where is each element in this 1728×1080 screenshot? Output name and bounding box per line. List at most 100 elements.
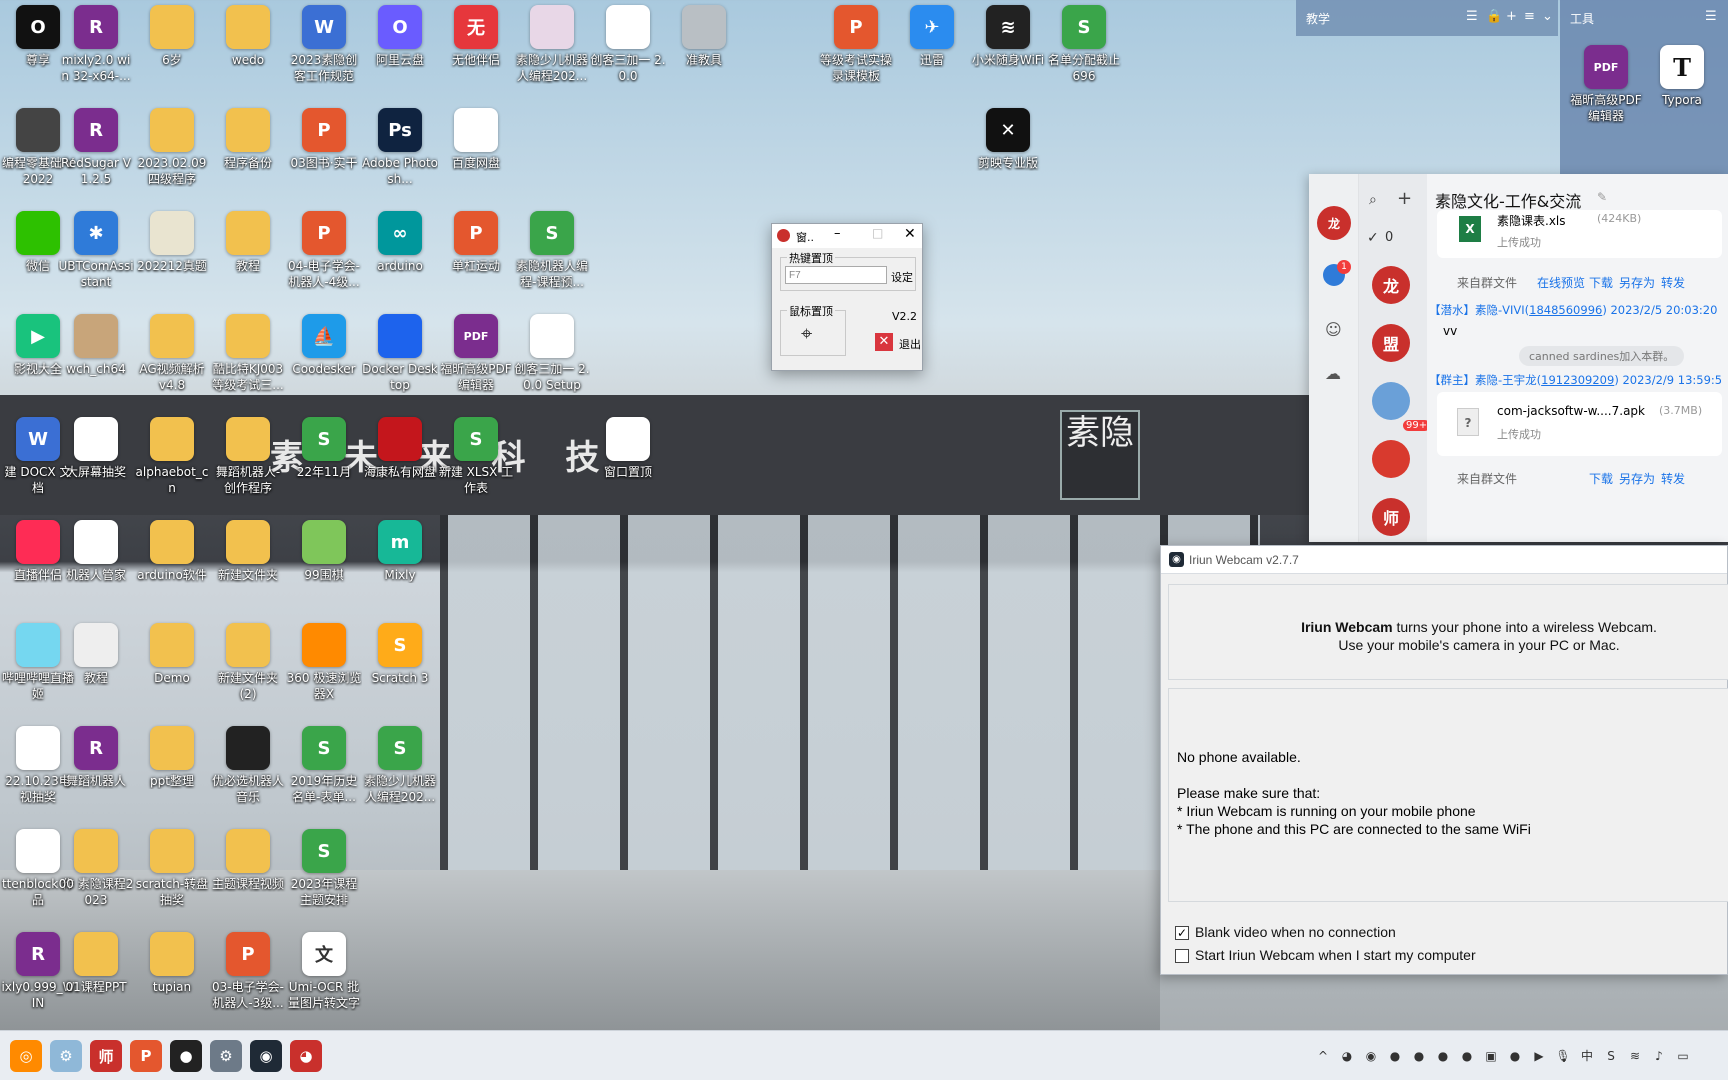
desktop-icon[interactable]: 大屏幕抽奖 (58, 417, 134, 480)
blank-video-checkbox[interactable]: ✓ (1175, 926, 1189, 940)
desktop-icon[interactable]: W 2023素隐创客工作规范 (286, 5, 362, 84)
blank-video-label[interactable]: Blank video when no connection (1195, 924, 1396, 940)
desktop-icon[interactable]: 360 极速浏览器X (286, 623, 362, 702)
crosshair-icon[interactable]: ⌖ (801, 321, 812, 345)
tray-icon[interactable]: ● (1386, 1047, 1404, 1065)
startup-label[interactable]: Start Iriun Webcam when I start my compu… (1195, 947, 1476, 963)
member-qq[interactable]: 1848560996 (1529, 303, 1602, 317)
tasks-icon[interactable]: ✓ (1367, 230, 1379, 246)
tray-icon[interactable]: ♪ (1650, 1047, 1668, 1065)
desktop-icon[interactable]: 窗口置顶 (590, 417, 666, 480)
tray-icon[interactable]: ≋ (1626, 1047, 1644, 1065)
set-button[interactable]: 设定 (891, 269, 913, 285)
desktop-icon[interactable]: 99围棋 (286, 520, 362, 583)
desktop-icon[interactable]: 6岁 (134, 5, 210, 68)
desktop-icon[interactable]: R RedSugar V1.2.5 (58, 108, 134, 187)
conversation-avatar[interactable] (1372, 440, 1410, 478)
desktop-icon[interactable]: S 素隐少儿机器人编程202... (362, 726, 438, 805)
desktop-icon[interactable]: 01课程PPT (58, 932, 134, 995)
lock-icon[interactable]: 🔒 (1486, 9, 1502, 24)
minimize-icon[interactable]: – (834, 226, 841, 241)
desktop-icon[interactable]: 2023.02.09 四级程序 (134, 108, 210, 187)
member-name[interactable]: 素隐-VIVI( (1475, 303, 1529, 317)
desktop-icon[interactable]: S 2019年历史名单-表单... (286, 726, 362, 805)
desktop-icon[interactable]: 创客三加一 2.0.0 (590, 5, 666, 84)
desktop-icon[interactable]: 优必选机器人音乐 (210, 726, 286, 805)
desktop-icon[interactable]: scratch-转盘抽奖 (134, 829, 210, 908)
taskbar-app-obs[interactable]: ● (170, 1040, 202, 1072)
desktop-icon[interactable]: P 03图书·实干 (286, 108, 362, 171)
list-icon[interactable]: ☰ (1466, 9, 1478, 24)
desktop-icon[interactable]: 202212真题 (134, 211, 210, 274)
desktop-icon[interactable]: S 新建 XLSX 工作表 (438, 417, 514, 496)
desktop-icon[interactable]: Demo (134, 623, 210, 686)
iriun-titlebar[interactable]: ◉ Iriun Webcam v2.7.7 (1161, 546, 1727, 574)
desktop-icon[interactable]: 百度网盘 (438, 108, 514, 171)
search-icon[interactable]: ⌕ (1369, 192, 1377, 208)
desktop-icon[interactable]: P 04-电子学会-机器人-4级... (286, 211, 362, 290)
maximize-icon[interactable]: □ (872, 226, 883, 240)
exit-button[interactable]: 退出 (899, 336, 921, 352)
desktop-icon[interactable]: P 单杠运动 (438, 211, 514, 274)
desktop-icon[interactable]: alphaebot_cn (134, 417, 210, 496)
desktop-icon[interactable]: m Mixly (362, 520, 438, 583)
add-icon[interactable]: + (1506, 9, 1517, 24)
desktop-icon[interactable]: Docker Desktop (362, 314, 438, 393)
taskbar-app-mindmap[interactable]: ⚙ (50, 1040, 82, 1072)
user-avatar[interactable]: 龙 (1317, 206, 1351, 240)
desktop-icon[interactable]: S 素隐机器人编程-课程预... (514, 211, 590, 290)
tray-icon[interactable]: S (1602, 1047, 1620, 1065)
taskbar-app-360-browser[interactable]: ◎ (10, 1040, 42, 1072)
desktop-icon[interactable]: 素隐少儿机器人编程202... (514, 5, 590, 84)
dialog-titlebar[interactable]: 窗.. – □ ✕ (772, 224, 922, 248)
close-icon[interactable]: ✕ (904, 226, 916, 242)
desktop-icon[interactable]: 主题课程视频 (210, 829, 286, 892)
hotkey-input[interactable] (785, 266, 887, 284)
desktop-icon[interactable]: 新建文件夹 (210, 520, 286, 583)
fence-panel-teaching[interactable]: 教学 ☰ 🔒 + ≡ ⌄ (1296, 0, 1558, 36)
taskbar-app-teacher[interactable]: 师 (90, 1040, 122, 1072)
desktop-icon[interactable]: S 名单分配截止696 (1046, 5, 1122, 84)
tray-icon[interactable]: ▭ (1674, 1047, 1692, 1065)
desktop-icon[interactable]: 文 Umi-OCR 批量图片转文字 (286, 932, 362, 1011)
contacts-icon[interactable]: ☺ (1325, 320, 1342, 339)
desktop-icon[interactable]: ppt整理 (134, 726, 210, 789)
startup-checkbox[interactable] (1175, 949, 1189, 963)
desktop-icon[interactable]: 无无他伴侣 (438, 5, 514, 68)
desktop-icon[interactable]: 酷比特KJ003 等级考试三... (210, 314, 286, 393)
member-qq[interactable]: 1912309209 (1541, 373, 1614, 387)
menu-icon[interactable]: ≡ (1524, 9, 1535, 24)
taskbar-app-powerpoint[interactable]: P (130, 1040, 162, 1072)
desktop-icon[interactable]: P 03-电子学会-机器人-3级... (210, 932, 286, 1011)
member-name[interactable]: 素隐-王宇龙( (1475, 373, 1541, 387)
tray-icon[interactable]: ^ (1314, 1047, 1332, 1065)
desktop-icon[interactable]: ✱ UBTComAssistant (58, 211, 134, 290)
desktop-icon[interactable]: ⛵ Coodesker (286, 314, 362, 377)
desktop-icon[interactable]: Rmixly2.0 win 32-x64-... (58, 5, 134, 84)
tool-item-pdf[interactable]: PDF 福昕高级PDF编辑器 (1568, 45, 1644, 124)
desktop-icon[interactable]: 海康私有网盘 (362, 417, 438, 480)
conversation-avatar[interactable]: 龙 (1372, 266, 1410, 304)
save-as-link[interactable]: 另存为 (1619, 470, 1655, 487)
list-icon[interactable]: ☰ (1705, 9, 1717, 24)
tool-item-typora[interactable]: T Typora (1644, 45, 1720, 108)
download-link[interactable]: 下载 (1589, 274, 1613, 291)
desktop-icon[interactable]: P 等级考试实操录课模板 (818, 5, 894, 84)
tray-icon[interactable]: ◉ (1362, 1047, 1380, 1065)
taskbar-app-settings[interactable]: ⚙ (210, 1040, 242, 1072)
file-card[interactable]: ? com-jacksoftw-w....7.apk (3.7MB) 上传成功 (1437, 392, 1722, 456)
desktop-icon[interactable]: 创客三加一 2.0.0 Setup (514, 314, 590, 393)
tray-icon[interactable]: ◕ (1338, 1047, 1356, 1065)
desktop-icon[interactable]: S Scratch 3 (362, 623, 438, 686)
desktop-icon[interactable]: Ps Adobe Photosh... (362, 108, 438, 187)
taskbar-app-iriun[interactable]: ◉ (250, 1040, 282, 1072)
forward-link[interactable]: 转发 (1661, 470, 1685, 487)
desktop-icon[interactable]: S 22年11月 (286, 417, 362, 480)
desktop-icon[interactable]: 准教具 (666, 5, 742, 68)
edit-icon[interactable]: ✎ (1597, 190, 1607, 204)
tray-icon[interactable]: ● (1410, 1047, 1428, 1065)
desktop-icon[interactable]: arduino软件 (134, 520, 210, 583)
exit-icon[interactable]: ✕ (875, 333, 893, 351)
conversation-avatar[interactable]: 盟 (1372, 324, 1410, 362)
forward-link[interactable]: 转发 (1661, 274, 1685, 291)
